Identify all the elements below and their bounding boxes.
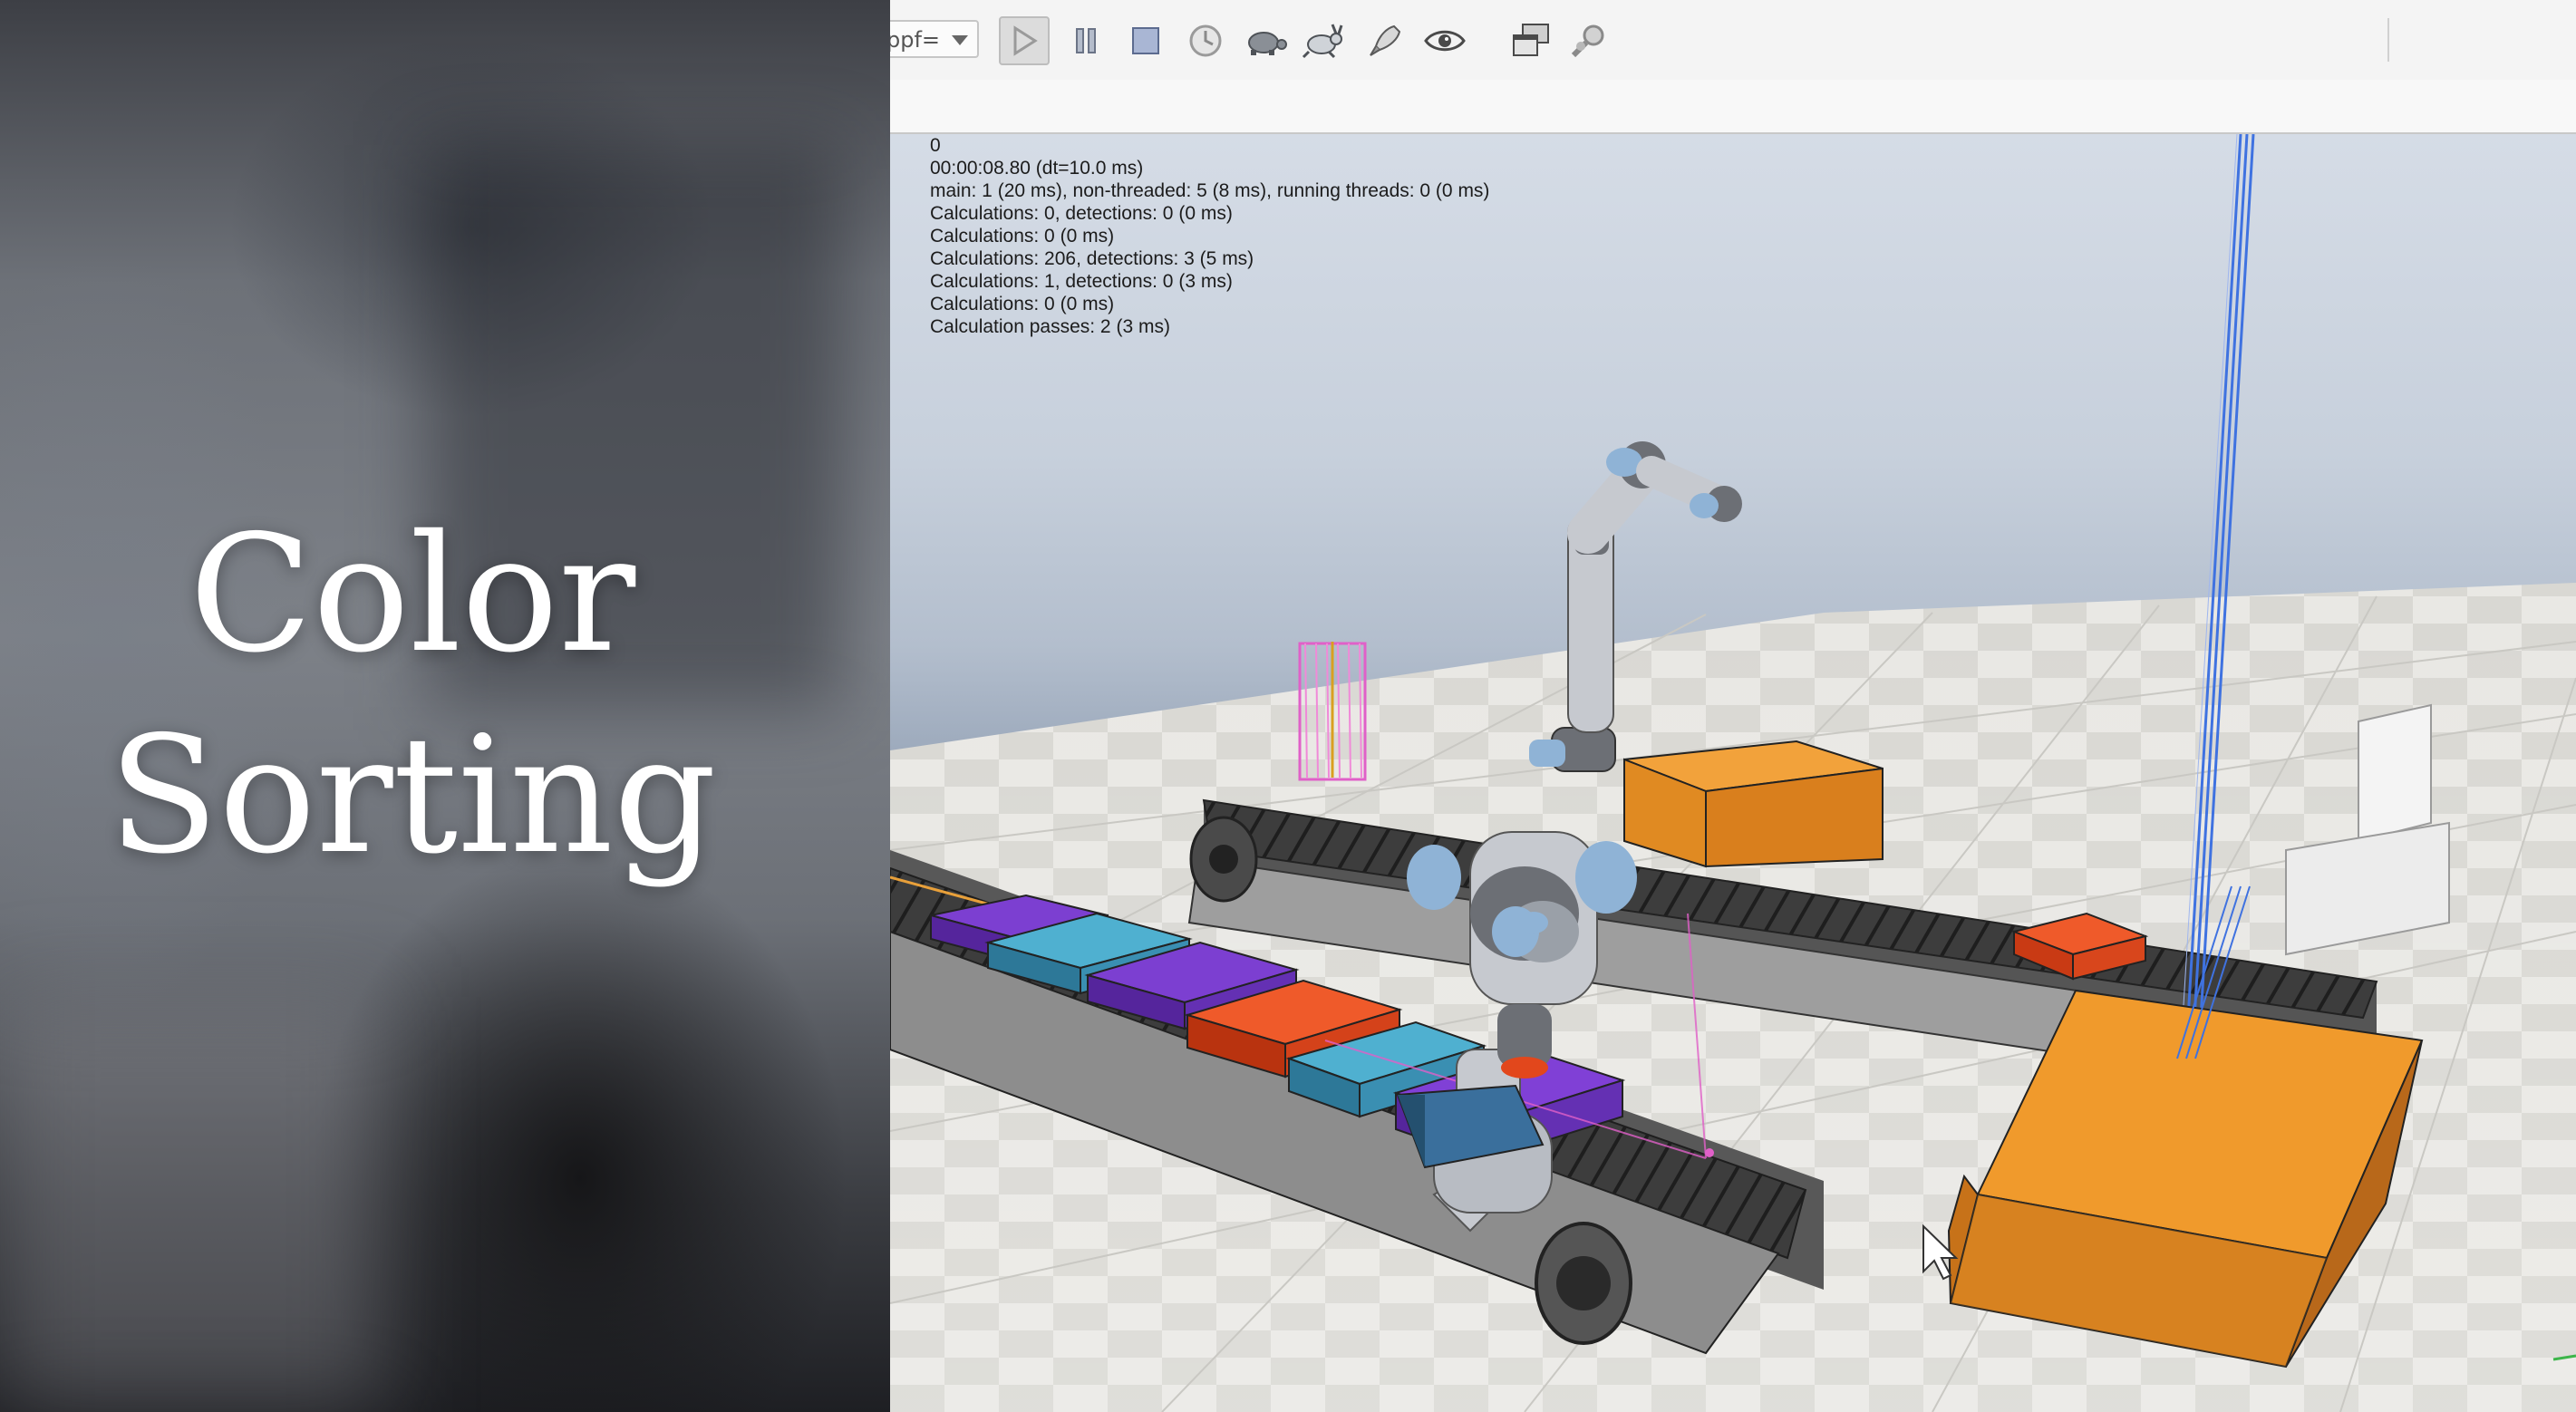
play-icon xyxy=(1013,25,1038,56)
speed-up-button[interactable] xyxy=(1300,16,1351,65)
start-simulation-button[interactable] xyxy=(999,16,1050,65)
title-card: Color Sorting xyxy=(0,0,890,1412)
secondary-toolbar xyxy=(890,80,2576,134)
stop-icon xyxy=(1132,27,1159,54)
info-line: Calculations: 1, detections: 0 (3 ms) xyxy=(930,271,1233,292)
info-line: Calculation passes: 2 (3 ms) xyxy=(930,316,1170,337)
info-line: 0 xyxy=(930,135,941,156)
info-line: main: 1 (20 ms), non-threaded: 5 (8 ms),… xyxy=(930,180,1490,201)
title-line-2: Sorting xyxy=(108,701,717,889)
realtime-clock-icon xyxy=(1189,24,1222,57)
simulation-toolbar: ppf= xyxy=(890,0,2576,81)
info-line: Calculations: 0 (0 ms) xyxy=(930,294,1115,314)
threaded-rendering-button[interactable] xyxy=(1360,16,1410,65)
rocket-icon xyxy=(1370,24,1401,56)
title-line-1: Color xyxy=(189,500,636,688)
pause-simulation-button[interactable] xyxy=(1060,16,1111,65)
title-heading: Color Sorting xyxy=(0,494,825,896)
pause-icon xyxy=(1076,28,1096,53)
speed-select-value: ppf= xyxy=(890,27,941,53)
info-line: Calculations: 0 (0 ms) xyxy=(930,226,1115,247)
info-line: 00:00:08.80 (dt=10.0 ms) xyxy=(930,158,1144,179)
chevron-down-icon xyxy=(952,35,968,45)
speed-up-rabbit-icon xyxy=(1302,24,1343,59)
info-line: Calculations: 0, detections: 0 (0 ms) xyxy=(930,203,1233,224)
slow-down-turtle-icon xyxy=(1248,32,1287,55)
scene-viewport[interactable]: 0 00:00:08.80 (dt=10.0 ms) main: 1 (20 m… xyxy=(890,134,2576,1412)
orange-box-on-belt xyxy=(1623,740,1884,868)
slow-down-button[interactable] xyxy=(1240,16,1291,65)
info-line: Calculations: 206, detections: 3 (5 ms) xyxy=(930,248,1254,269)
eye-icon xyxy=(1424,30,1466,52)
scene-selector-button[interactable] xyxy=(1564,16,1615,65)
background-blur xyxy=(0,997,381,1412)
simulation-info-overlay: 0 00:00:08.80 (dt=10.0 ms) main: 1 (20 m… xyxy=(930,134,1489,338)
search-settings-icon xyxy=(1571,24,1604,58)
simulation-speed-select[interactable]: ppf= xyxy=(890,20,979,58)
simulator-window: ppf= 0 00:00:08.80 (dt=10.0 ms) main: 1 … xyxy=(890,0,2576,1412)
windows-icon xyxy=(1513,24,1549,56)
toolbar-separator xyxy=(2387,18,2389,62)
toggle-visualization-button[interactable] xyxy=(1419,16,1470,65)
realtime-mode-button[interactable] xyxy=(1180,16,1231,65)
page-selector-button[interactable] xyxy=(1506,16,1557,65)
stop-simulation-button[interactable] xyxy=(1120,16,1171,65)
